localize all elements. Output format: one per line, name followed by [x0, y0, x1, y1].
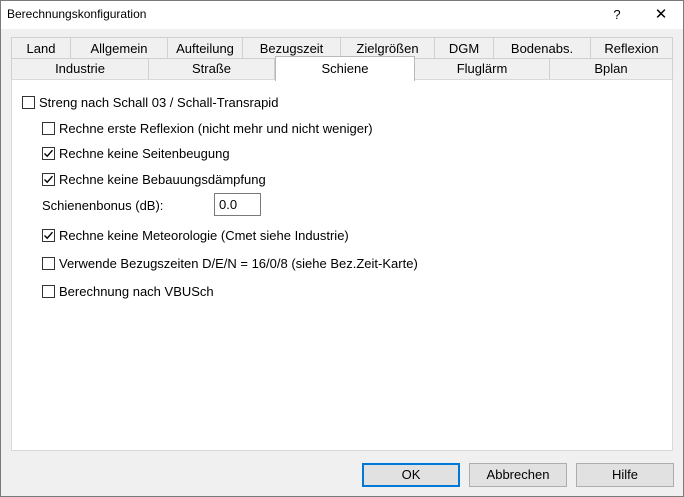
checkmark-icon — [44, 175, 54, 184]
label-keine-meteorologie: Rechne keine Meteorologie (Cmet siehe In… — [59, 228, 349, 243]
ok-button[interactable]: OK — [362, 463, 460, 487]
help-icon[interactable]: ? — [597, 3, 637, 27]
tab-panel-schiene: Streng nach Schall 03 / Schall-Transrapi… — [11, 79, 673, 451]
title-bar: Berechnungskonfiguration ? ✕ — [1, 1, 683, 29]
tab-strasse[interactable]: Straße — [148, 58, 275, 79]
checkmark-icon — [44, 149, 54, 158]
label-bezugszeiten: Verwende Bezugszeiten D/E/N = 16/0/8 (si… — [59, 256, 418, 271]
tab-aufteilung[interactable]: Aufteilung — [167, 37, 243, 59]
tab-schiene[interactable]: Schiene — [275, 56, 415, 81]
help-button[interactable]: Hilfe — [576, 463, 674, 487]
checkbox-keine-seitenbeugung[interactable] — [42, 147, 55, 160]
tab-reflexion[interactable]: Reflexion — [590, 37, 673, 59]
label-vbusch: Berechnung nach VBUSch — [59, 284, 214, 299]
label-erste-reflexion: Rechne erste Reflexion (nicht mehr und n… — [59, 121, 373, 136]
tab-dgm[interactable]: DGM — [434, 37, 494, 59]
dialog-window: Berechnungskonfiguration ? ✕ Land Allgem… — [0, 0, 684, 497]
checkbox-keine-bebauungsdaempfung[interactable] — [42, 173, 55, 186]
tab-bplan[interactable]: Bplan — [549, 58, 673, 79]
checkbox-vbusch[interactable] — [42, 285, 55, 298]
checkmark-icon — [44, 231, 54, 240]
checkbox-erste-reflexion[interactable] — [42, 122, 55, 135]
close-icon[interactable]: ✕ — [641, 3, 681, 27]
tab-allgemein[interactable]: Allgemein — [70, 37, 168, 59]
cancel-button[interactable]: Abbrechen — [469, 463, 567, 487]
schienenbonus-input[interactable] — [214, 193, 261, 216]
tab-land[interactable]: Land — [11, 37, 71, 59]
label-schienenbonus: Schienenbonus (dB): — [42, 198, 164, 213]
label-keine-bebauungsdaempfung: Rechne keine Bebauungsdämpfung — [59, 172, 266, 187]
window-title: Berechnungskonfiguration — [7, 7, 147, 21]
label-streng: Streng nach Schall 03 / Schall-Transrapi… — [39, 95, 279, 110]
checkbox-streng[interactable] — [22, 96, 35, 109]
checkbox-bezugszeiten[interactable] — [42, 257, 55, 270]
tab-industrie[interactable]: Industrie — [11, 58, 149, 79]
checkbox-keine-meteorologie[interactable] — [42, 229, 55, 242]
label-keine-seitenbeugung: Rechne keine Seitenbeugung — [59, 146, 230, 161]
tab-fluglaerm[interactable]: Fluglärm — [414, 58, 550, 79]
tab-bodenabs[interactable]: Bodenabs. — [493, 37, 591, 59]
